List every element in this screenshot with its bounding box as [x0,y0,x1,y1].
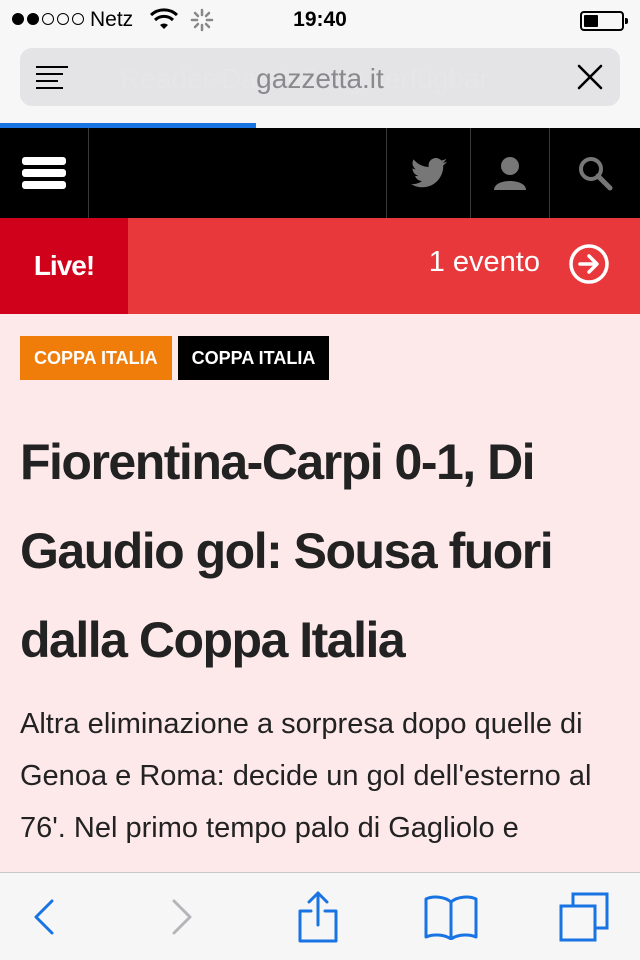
menu-icon[interactable] [0,128,88,218]
section-tag[interactable]: COPPA ITALIA [177,336,330,380]
url-text[interactable]: gazzetta.it [20,63,620,95]
safari-toolbar [0,872,640,960]
arrow-right-circle-icon[interactable] [568,243,610,290]
user-icon[interactable] [471,128,549,218]
article-tags: COPPA ITALIA COPPA ITALIA [20,336,330,380]
live-event-count: 1 evento [428,246,540,278]
article-headline: Fiorentina-Carpi 0-1, Di Gaudio gol: Sou… [20,434,554,668]
address-bar[interactable]: Reader-Darstellung verfügbar gazzetta.it [20,48,620,106]
live-banner[interactable]: Live! 1 evento [0,218,640,314]
battery-icon [580,11,628,31]
share-icon[interactable] [288,873,348,960]
status-bar: Netz 19:40 [0,0,640,40]
article-summary: Altra eliminazione a sorpresa dopo quell… [20,708,592,844]
site-nav [0,128,640,218]
search-icon[interactable] [550,128,640,218]
clock: 19:40 [293,8,347,31]
safari-address-area: Reader-Darstellung verfügbar gazzetta.it [0,40,640,128]
category-tag[interactable]: COPPA ITALIA [20,336,172,380]
forward-icon[interactable] [152,873,212,960]
tabs-icon[interactable] [554,873,614,960]
bookmarks-icon[interactable] [420,873,482,960]
back-icon[interactable] [14,873,74,960]
twitter-icon[interactable] [387,128,470,218]
live-label: Live! [0,218,128,314]
stop-loading-icon[interactable] [577,64,603,90]
